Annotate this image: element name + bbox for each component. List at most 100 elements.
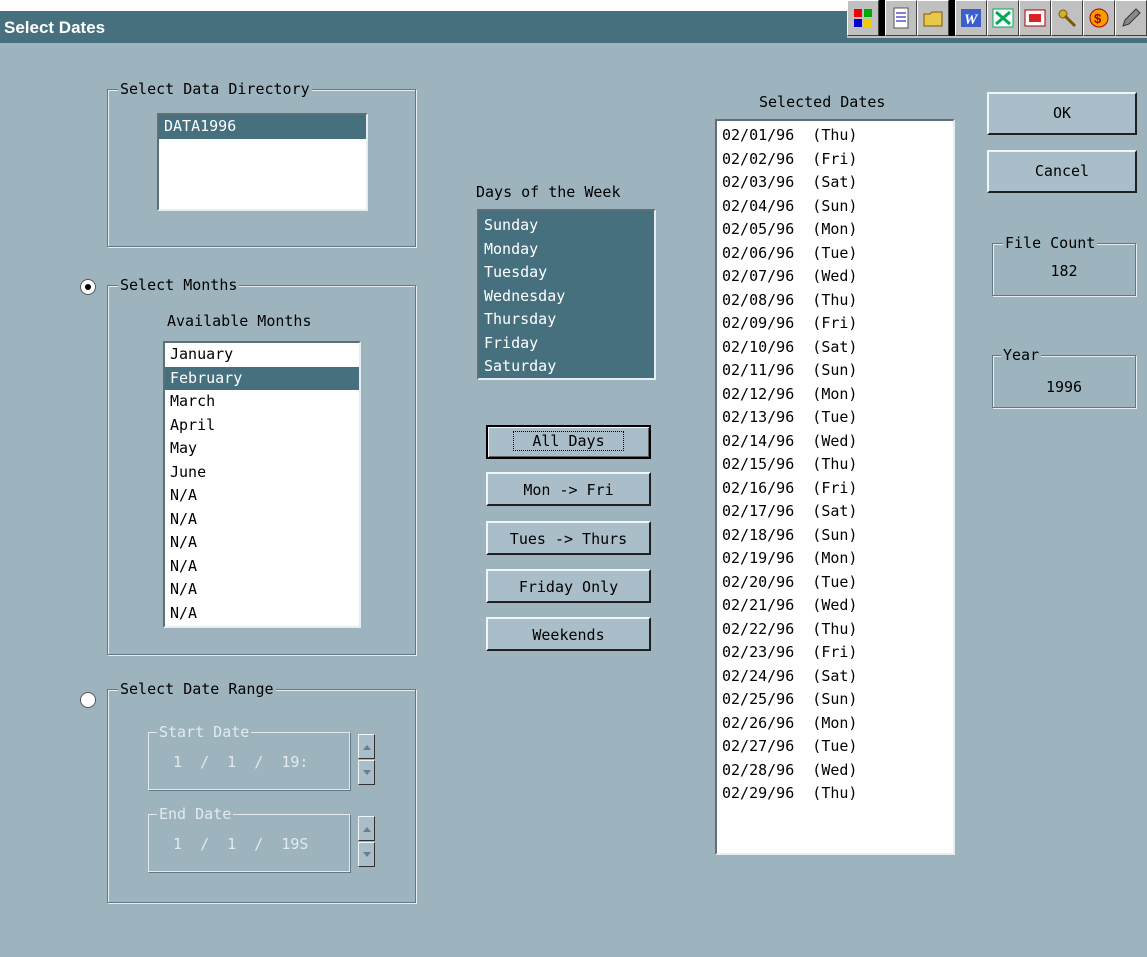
window-title: Select Dates xyxy=(4,18,106,37)
all-days-button[interactable]: All Days xyxy=(486,425,651,459)
selected-dates-list[interactable]: 02/01/96 (Thu) 02/02/96 (Fri) 02/03/96 (Sa… xyxy=(715,119,955,855)
list-item[interactable]: 02/20/96 (Tue) xyxy=(717,571,953,595)
list-item[interactable]: Tuesday xyxy=(479,261,654,285)
days-of-week-list[interactable]: Sunday Monday Tuesday Wednesday Thursday Frid… xyxy=(477,209,656,380)
list-item[interactable]: 02/16/96 (Fri) xyxy=(717,477,953,501)
list-item[interactable]: April xyxy=(165,414,359,438)
excel-icon[interactable] xyxy=(987,0,1019,36)
list-item[interactable]: 02/28/96 (Wed) xyxy=(717,759,953,783)
list-item[interactable]: 02/17/96 (Sat) xyxy=(717,500,953,524)
windows-logo-icon[interactable] xyxy=(847,0,879,36)
list-item[interactable]: February xyxy=(165,366,359,390)
list-item[interactable]: 02/13/96 (Tue) xyxy=(717,406,953,430)
list-item[interactable]: N/A xyxy=(165,555,359,579)
list-item[interactable]: 02/10/96 (Sat) xyxy=(717,336,953,360)
list-item[interactable]: 02/23/96 (Fri) xyxy=(717,641,953,665)
end-date-value[interactable]: 1 / 1 / 19S xyxy=(173,835,308,853)
list-item[interactable]: 02/15/96 (Thu) xyxy=(717,453,953,477)
svg-text:W: W xyxy=(964,12,979,28)
list-item[interactable]: 02/29/96 (Thu) xyxy=(717,782,953,806)
mon-fri-button[interactable]: Mon -> Fri xyxy=(486,472,651,506)
folder-icon[interactable] xyxy=(917,0,949,36)
list-item[interactable]: 02/25/96 (Sun) xyxy=(717,688,953,712)
list-item[interactable]: 02/18/96 (Sun) xyxy=(717,524,953,548)
cancel-button[interactable]: Cancel xyxy=(987,150,1137,193)
list-item[interactable]: 02/06/96 (Tue) xyxy=(717,242,953,266)
start-date-spin-down[interactable] xyxy=(358,760,375,785)
list-item[interactable]: 02/03/96 (Sat) xyxy=(717,171,953,195)
year-group: Year 1996 xyxy=(992,346,1136,408)
list-item[interactable]: 02/24/96 (Sat) xyxy=(717,665,953,689)
select-months-radio[interactable] xyxy=(80,279,96,295)
list-item[interactable]: N/A xyxy=(165,531,359,555)
radio-selected-dot xyxy=(85,284,91,290)
money-icon[interactable]: $ xyxy=(1083,0,1115,36)
pen-icon[interactable] xyxy=(1115,0,1147,36)
end-date-label: End Date xyxy=(157,805,234,823)
list-item[interactable]: March xyxy=(165,390,359,414)
list-item[interactable]: 02/02/96 (Fri) xyxy=(717,148,953,172)
list-item[interactable]: 02/01/96 (Thu) xyxy=(717,124,953,148)
list-item[interactable]: 02/09/96 (Fri) xyxy=(717,312,953,336)
end-date-field[interactable]: End Date 1 / 1 / 19S xyxy=(148,805,350,872)
list-item[interactable]: 02/08/96 (Thu) xyxy=(717,289,953,313)
list-item[interactable]: May xyxy=(165,437,359,461)
list-item[interactable]: 02/12/96 (Mon) xyxy=(717,383,953,407)
list-item[interactable]: 02/04/96 (Sun) xyxy=(717,195,953,219)
year-label: Year xyxy=(1001,346,1042,364)
start-date-spin-up[interactable] xyxy=(358,734,375,759)
tue-thu-button[interactable]: Tues -> Thurs xyxy=(486,521,651,555)
notepad-icon[interactable] xyxy=(885,0,917,36)
available-months-label: Available Months xyxy=(167,312,312,330)
list-item[interactable]: 02/26/96 (Mon) xyxy=(717,712,953,736)
select-date-range-radio[interactable] xyxy=(80,692,96,708)
list-item[interactable]: Thursday xyxy=(479,308,654,332)
date-range-group: Select Date Range Start Date 1 / 1 / 19:… xyxy=(107,680,416,903)
year-value: 1996 xyxy=(1045,378,1083,396)
presentation-icon[interactable] xyxy=(1019,0,1051,36)
list-item[interactable]: DATA1996 xyxy=(159,115,366,139)
start-date-value[interactable]: 1 / 1 / 19: xyxy=(173,753,308,771)
list-item[interactable]: June xyxy=(165,461,359,485)
data-directory-legend: Select Data Directory xyxy=(118,80,312,98)
end-date-spin-up[interactable] xyxy=(358,816,375,841)
list-item[interactable]: N/A xyxy=(165,578,359,602)
ok-button[interactable]: OK xyxy=(987,92,1137,135)
list-item[interactable]: N/A xyxy=(165,484,359,508)
list-item[interactable]: January xyxy=(165,343,359,367)
arrow-down-icon xyxy=(363,770,371,775)
svg-text:$: $ xyxy=(1094,11,1102,26)
list-item[interactable]: Sunday xyxy=(479,214,654,238)
all-days-label: All Days xyxy=(513,431,624,451)
file-count-value: 182 xyxy=(1050,262,1078,280)
start-date-field[interactable]: Start Date 1 / 1 / 19: xyxy=(148,723,350,790)
list-item[interactable]: 02/19/96 (Mon) xyxy=(717,547,953,571)
end-date-spin-down[interactable] xyxy=(358,842,375,867)
list-item[interactable]: 02/05/96 (Mon) xyxy=(717,218,953,242)
months-list[interactable]: January February March April May June N/A N/A N/… xyxy=(163,341,361,628)
word-icon[interactable]: W xyxy=(955,0,987,36)
arrow-up-icon xyxy=(363,745,371,750)
data-directory-list[interactable]: DATA1996 xyxy=(157,113,368,211)
start-date-label: Start Date xyxy=(157,723,252,741)
list-item[interactable]: Friday xyxy=(479,332,654,356)
list-item[interactable]: 02/27/96 (Tue) xyxy=(717,735,953,759)
list-item[interactable]: 02/07/96 (Wed) xyxy=(717,265,953,289)
list-item[interactable]: 02/21/96 (Wed) xyxy=(717,594,953,618)
weekends-button[interactable]: Weekends xyxy=(486,617,651,651)
months-group: Select Months Available Months January Fe… xyxy=(107,276,416,655)
days-of-week-label: Days of the Week xyxy=(476,183,621,201)
title-bar: Select Dates W $ xyxy=(0,0,1147,43)
list-item[interactable]: Saturday xyxy=(479,355,654,378)
list-item[interactable]: N/A xyxy=(165,508,359,532)
list-item[interactable]: 02/11/96 (Sun) xyxy=(717,359,953,383)
list-item[interactable]: 02/22/96 (Thu) xyxy=(717,618,953,642)
list-item[interactable]: Wednesday xyxy=(479,285,654,309)
list-item[interactable]: N/A xyxy=(165,602,359,626)
selected-dates-label: Selected Dates xyxy=(759,93,886,111)
keys-icon[interactable] xyxy=(1051,0,1083,36)
file-count-label: File Count xyxy=(1003,234,1098,252)
list-item[interactable]: Monday xyxy=(479,238,654,262)
list-item[interactable]: 02/14/96 (Wed) xyxy=(717,430,953,454)
friday-only-button[interactable]: Friday Only xyxy=(486,569,651,603)
